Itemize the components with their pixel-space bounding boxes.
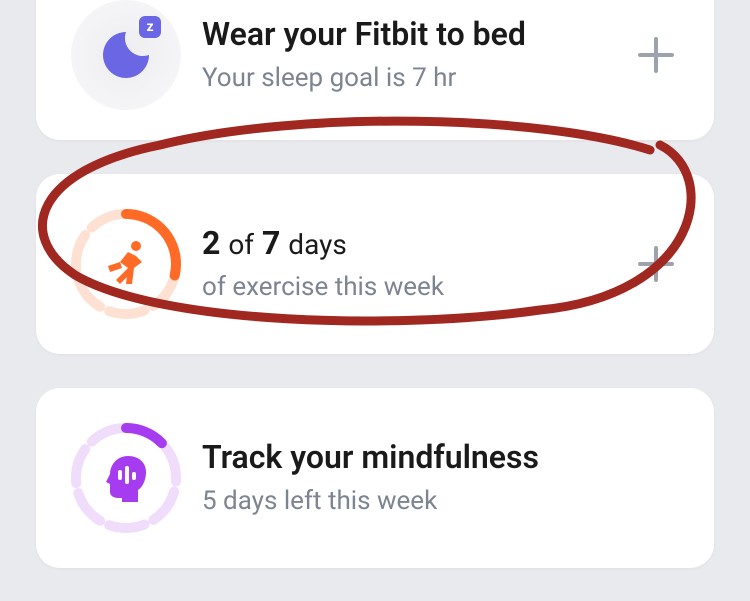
sleep-card[interactable]: z Wear your Fitbit to bed Your sleep goa… [36, 0, 714, 140]
moon-z-icon: z [71, 0, 181, 110]
exercise-text: 2 of 7 days of exercise this week [186, 223, 626, 305]
running-icon [98, 236, 154, 292]
mindfulness-subtitle: 5 days left this week [202, 485, 626, 519]
plus-icon [634, 242, 678, 286]
sleep-title: Wear your Fitbit to bed [202, 14, 626, 54]
mindfulness-icon-container [66, 418, 186, 538]
exercise-of: of [228, 228, 254, 261]
exercise-current: 2 [202, 224, 220, 262]
z-badge: z [139, 16, 161, 38]
plus-icon [634, 33, 678, 77]
exercise-total: 7 [262, 224, 280, 262]
sleep-icon-container: z [66, 0, 186, 110]
exercise-subtitle: of exercise this week [202, 271, 626, 305]
mindfulness-title: Track your mindfulness [202, 437, 626, 477]
mindfulness-progress-ring [66, 418, 186, 538]
exercise-progress-ring [66, 204, 186, 324]
exercise-icon-container [66, 204, 186, 324]
sleep-text: Wear your Fitbit to bed Your sleep goal … [186, 14, 626, 96]
exercise-title: 2 of 7 days [202, 223, 626, 263]
head-mind-icon [98, 450, 154, 506]
sleep-subtitle: Your sleep goal is 7 hr [202, 62, 626, 96]
mindfulness-card[interactable]: Track your mindfulness 5 days left this … [36, 388, 714, 568]
add-exercise-button[interactable] [626, 242, 686, 286]
add-sleep-button[interactable] [626, 33, 686, 77]
mindfulness-text: Track your mindfulness 5 days left this … [186, 437, 626, 519]
exercise-card[interactable]: 2 of 7 days of exercise this week [36, 174, 714, 354]
exercise-unit: days [288, 228, 347, 261]
